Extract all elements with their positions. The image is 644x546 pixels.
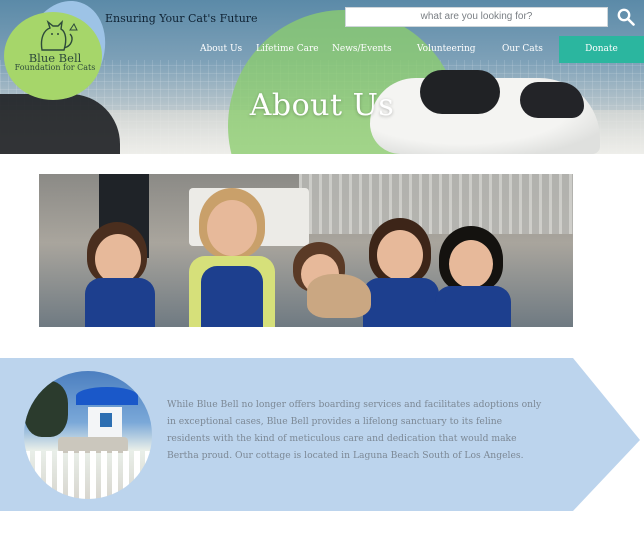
about-paragraph: While Blue Bell no longer offers boardin… (167, 399, 542, 461)
photo-child-vest (85, 278, 155, 327)
photo-child-face (95, 234, 141, 284)
cat-logo-icon (40, 20, 78, 51)
nav-lifetime-care[interactable]: Lifetime Care (256, 44, 319, 54)
logo[interactable]: Blue Bell Foundation for Cats (4, 0, 118, 110)
cottage-tree (24, 381, 68, 437)
cottage-fence (24, 451, 152, 499)
search-input[interactable]: what are you looking for? (345, 7, 608, 27)
cottage-photo (24, 371, 152, 499)
nav-about-us[interactable]: About Us (200, 44, 242, 54)
cottage-umbrella (76, 387, 138, 405)
photo-child-vest (201, 266, 263, 327)
nav-volunteering[interactable]: Volunteering (417, 44, 476, 54)
photo-child-vest (363, 278, 439, 327)
photo-child-vest (435, 286, 511, 327)
photo-child-face (377, 230, 423, 280)
photo-cat (307, 274, 371, 318)
photo-child-face (449, 240, 493, 288)
search-icon[interactable] (617, 8, 635, 26)
nav-news-events[interactable]: News/Events (332, 44, 392, 54)
photo-child-face (207, 200, 257, 256)
nav-our-cats[interactable]: Our Cats (502, 44, 543, 54)
cottage-window (100, 413, 112, 427)
tagline: Ensuring Your Cat's Future (105, 12, 258, 25)
logo-subtitle: Foundation for Cats (14, 63, 96, 72)
donate-button[interactable]: Donate (559, 36, 644, 63)
girl-scouts-photo (39, 174, 573, 327)
photo-fence (299, 174, 573, 234)
